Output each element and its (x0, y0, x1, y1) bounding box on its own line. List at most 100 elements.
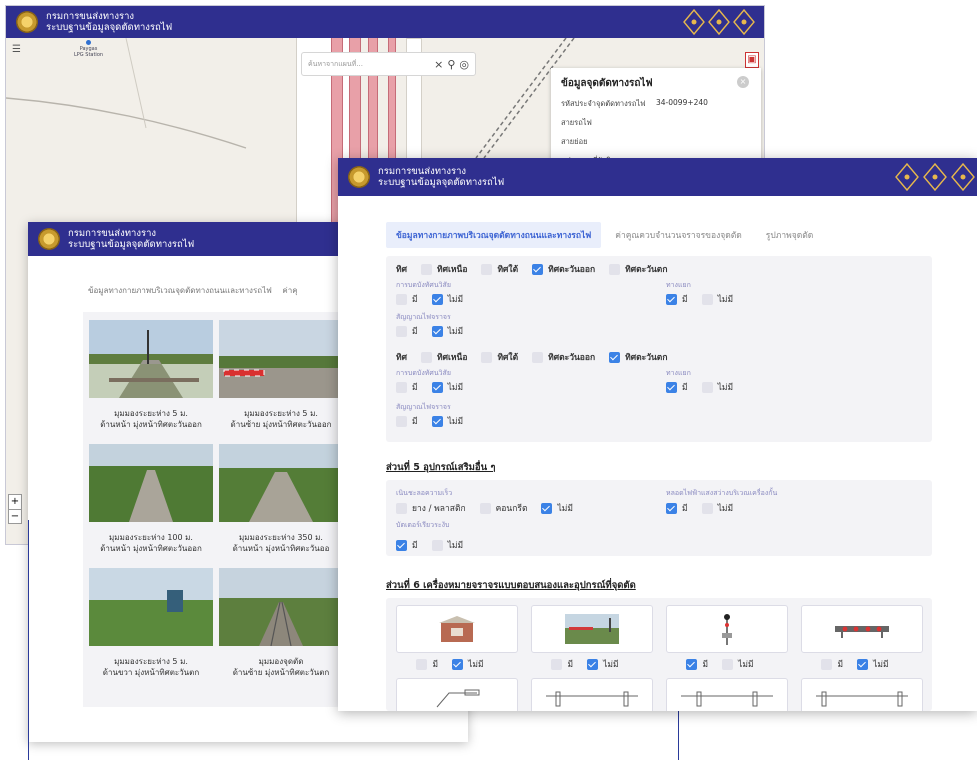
section-6-title: ส่วนที่ 6 เครื่องหมายจราจรแบบตอบสนองและอ… (386, 580, 636, 591)
photo-card[interactable]: มุมมองระยะห่าง 5 ม. ด้านขวา มุ่งหน้าทิศต… (87, 568, 215, 678)
department-seal-logo (348, 166, 370, 188)
field-label: การบดบังทัศนวิสัย (396, 281, 451, 289)
tab-physical[interactable]: ข้อมูลทางกายภาพบริเวณจุดตัดทางถนนและทางร… (88, 286, 272, 295)
tab-traffic[interactable]: ค่าคุ (282, 286, 297, 295)
no-checkbox[interactable] (701, 293, 713, 305)
equipment-card-diagram[interactable] (801, 678, 923, 711)
crossing-photo (89, 444, 213, 522)
direction-north-checkbox[interactable] (421, 263, 432, 275)
no-checkbox[interactable] (431, 415, 443, 427)
tab-photos[interactable]: รูปภาพจุดตัด (756, 222, 823, 248)
crossing-photo (219, 568, 343, 647)
direction-north-checkbox[interactable] (421, 351, 432, 363)
yes-checkbox[interactable] (686, 658, 698, 670)
org-name: กรมการขนส่งทางราง (68, 228, 157, 239)
no-checkbox[interactable] (452, 658, 464, 670)
no-checkbox[interactable] (857, 658, 869, 670)
layer-toggle-button[interactable]: ▣ (745, 52, 759, 68)
tab-physical[interactable]: ข้อมูลทางกายภาพบริเวณจุดตัดทางถนนและทางร… (386, 222, 602, 248)
lamp-options: มี ไม่มี (666, 501, 747, 515)
equipment-options: มี ไม่มี (396, 657, 518, 671)
direction-south-checkbox[interactable] (481, 263, 493, 275)
direction-row: ทิศ ทิศเหนือ ทิศใต้ ทิศตะวันออก ทิศตะวัน… (396, 351, 668, 363)
popup-row: รหัสประจำจุดตัดทางรถไฟ 34-0099+240 (561, 98, 708, 108)
no-checkbox[interactable] (431, 381, 443, 393)
field-label: สัญญาณไฟจราจร (396, 313, 451, 321)
barrier-photo-icon (565, 614, 619, 644)
photo-card[interactable]: มุมมองระยะห่าง 100 ม. ด้านหน้า มุ่งหน้าท… (87, 444, 215, 554)
clear-icon[interactable]: × (434, 58, 443, 71)
map-search-box[interactable]: ค้นหาจากแผนที่... × ⚲ ◎ (301, 52, 476, 76)
photo-card[interactable]: มุมมองระยะห่าง 5 ม. ด้านซ้าย มุ่งหน้าทิศ… (217, 320, 345, 430)
system-name: ระบบฐานข้อมูลจุดตัดทางรถไฟ (46, 22, 173, 33)
signal-post-icon (722, 614, 732, 645)
yes-checkbox[interactable] (396, 539, 407, 551)
equipment-card-diagram[interactable] (396, 678, 518, 711)
poi-type: LPG Station (74, 52, 104, 58)
direction-east-checkbox[interactable] (532, 351, 544, 363)
yes-checkbox[interactable] (416, 658, 428, 670)
signal-options: มี ไม่มี (396, 414, 477, 428)
no-checkbox[interactable] (701, 502, 713, 514)
no-checkbox[interactable] (722, 658, 734, 670)
yes-checkbox[interactable] (666, 293, 677, 305)
yes-checkbox[interactable] (666, 381, 677, 393)
no-checkbox[interactable] (587, 658, 599, 670)
locate-icon[interactable]: ◎ (459, 58, 469, 71)
yes-checkbox[interactable] (551, 658, 563, 670)
zoom-in-button[interactable]: + (9, 495, 21, 509)
photo-card[interactable]: มุมมองระยะห่าง 5 ม. ด้านหน้า มุ่งหน้าทิศ… (87, 320, 215, 430)
field-label: สัญญาณไฟจราจร (396, 403, 451, 411)
menu-icon[interactable]: ☰ (12, 44, 21, 55)
yes-checkbox[interactable] (396, 325, 407, 337)
direction-east-checkbox[interactable] (532, 263, 544, 275)
yes-checkbox[interactable] (396, 293, 407, 305)
tab-traffic-multiplier[interactable]: ค่าคูณควบจำนวนจราจรของจุดตัด (605, 222, 752, 248)
no-checkbox[interactable] (431, 539, 443, 551)
equipment-card-signal-bar[interactable] (801, 605, 923, 653)
equipment-card-signal-post[interactable] (666, 605, 788, 653)
yes-checkbox[interactable] (821, 658, 833, 670)
connector-line (678, 711, 679, 760)
search-input[interactable]: ค้นหาจากแผนที่... (308, 59, 430, 70)
equipment-card-barrier-photo[interactable] (531, 605, 653, 653)
form-window: กรมการขนส่งทางราง ระบบฐานข้อมูลจุดตัดทาง… (338, 158, 977, 711)
search-icon[interactable]: ⚲ (447, 58, 455, 71)
guardhouse-icon (439, 616, 475, 642)
photo-card[interactable]: มุมมองระยะห่าง 350 ม. ด้านหน้า มุ่งหน้าท… (217, 444, 345, 554)
yes-checkbox[interactable] (666, 502, 677, 514)
no-checkbox[interactable] (431, 293, 443, 305)
intersection-options: มี ไม่มี (666, 380, 747, 394)
close-icon[interactable]: × (737, 76, 749, 88)
none-checkbox[interactable] (541, 502, 553, 514)
form-tabs: ข้อมูลทางกายภาพบริเวณจุดตัดทางถนนและทางร… (386, 222, 827, 248)
no-checkbox[interactable] (431, 325, 443, 337)
popup-row: สายย่อย (561, 137, 588, 146)
direction-south-checkbox[interactable] (481, 351, 493, 363)
header-pattern-icon (683, 8, 755, 36)
yes-checkbox[interactable] (396, 415, 407, 427)
field-label: ทางแยก (666, 369, 691, 377)
direction-west-checkbox[interactable] (609, 263, 621, 275)
diagram-icon (546, 691, 638, 707)
direction-west-checkbox[interactable] (609, 351, 621, 363)
yes-checkbox[interactable] (396, 381, 407, 393)
visibility-options: มี ไม่มี (396, 292, 477, 306)
no-checkbox[interactable] (701, 381, 713, 393)
photo-card[interactable]: มุมมองจุดตัด ด้านซ้าย มุ่งหน้าทิศตะวันตก (217, 568, 345, 678)
poi-marker-icon[interactable] (86, 40, 91, 45)
signal-bar-icon (835, 626, 889, 638)
rubber-checkbox[interactable] (396, 502, 407, 514)
crossing-photo (89, 568, 213, 646)
photo-window-tabs: ข้อมูลทางกายภาพบริเวณจุดตัดทางถนนและทางร… (88, 284, 298, 297)
equipment-card-diagram[interactable] (666, 678, 788, 711)
diagram-icon (816, 691, 908, 707)
equipment-card-guardhouse[interactable] (396, 605, 518, 653)
concrete-checkbox[interactable] (479, 502, 491, 514)
equipment-card-diagram[interactable] (531, 678, 653, 711)
zoom-out-button[interactable]: − (9, 509, 21, 524)
diagram-icon (681, 691, 773, 707)
signal-options: มี ไม่มี (396, 324, 477, 338)
field-label: บัตเตอร์เรียวระงับ (396, 521, 450, 529)
intersection-options: มี ไม่มี (666, 292, 747, 306)
